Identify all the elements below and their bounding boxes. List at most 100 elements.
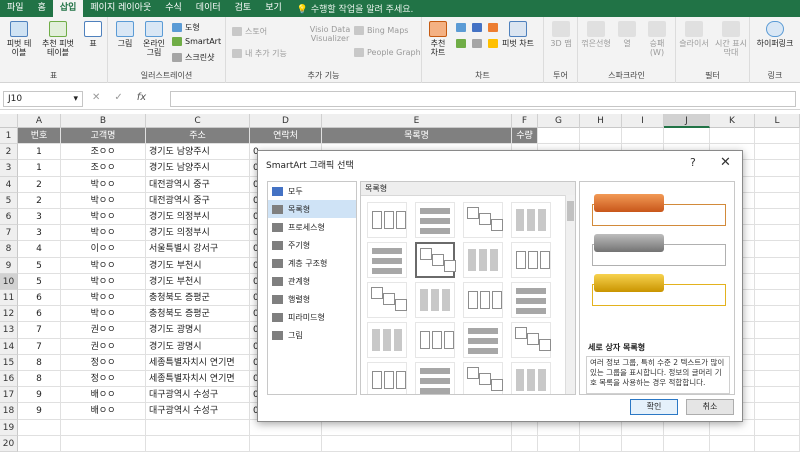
empty-cell[interactable] xyxy=(755,128,800,145)
layout-thumbnail[interactable] xyxy=(511,322,551,358)
row-header[interactable]: 16 xyxy=(0,371,18,388)
table-cell[interactable]: 8 xyxy=(18,354,61,371)
pivot-chart-button[interactable]: 피벗 차트 xyxy=(498,21,538,48)
cancel-icon[interactable]: ✕ xyxy=(92,92,100,103)
table-cell[interactable]: 4 xyxy=(18,241,61,258)
column-header-C[interactable]: C xyxy=(146,114,250,128)
table-cell[interactable]: 경기도 부천시 xyxy=(146,257,250,274)
table-cell[interactable]: 박ㅇㅇ xyxy=(61,257,146,274)
table-cell[interactable]: 대전광역시 중구 xyxy=(146,192,250,209)
store-button[interactable]: 스토어 xyxy=(232,26,267,37)
cancel-button[interactable]: 취소 xyxy=(686,399,734,415)
sparkline-winloss-button[interactable]: 승패 (W) xyxy=(642,21,672,57)
row-header[interactable]: 14 xyxy=(0,338,18,355)
category-item[interactable]: 피라미드형 xyxy=(268,308,356,326)
column-header-L[interactable]: L xyxy=(755,114,800,128)
empty-cell[interactable] xyxy=(622,419,664,436)
category-item[interactable]: 계층 구조형 xyxy=(268,254,356,272)
empty-cell[interactable] xyxy=(755,338,800,355)
empty-cell[interactable] xyxy=(146,419,250,436)
row-header[interactable]: 10 xyxy=(0,273,18,290)
layout-thumbnail[interactable] xyxy=(415,242,456,278)
table-cell[interactable]: 박ㅇㅇ xyxy=(61,225,146,242)
table-cell[interactable]: 1 xyxy=(18,160,61,177)
category-item[interactable]: 행렬형 xyxy=(268,290,356,308)
tell-me-search[interactable]: 💡 수행할 작업을 알려 주세요. xyxy=(289,2,414,15)
bar-chart-icon[interactable] xyxy=(456,39,466,48)
header-cell[interactable]: 고객명 xyxy=(61,128,146,145)
table-cell[interactable]: 경기도 부천시 xyxy=(146,273,250,290)
layout-thumbnail[interactable] xyxy=(415,322,455,358)
table-cell[interactable]: 5 xyxy=(18,273,61,290)
table-cell[interactable]: 경기도 광명시 xyxy=(146,338,250,355)
online-picture-button[interactable]: 온라인 그림 xyxy=(140,21,168,57)
tab-view[interactable]: 보기 xyxy=(258,0,289,17)
table-cell[interactable]: 6 xyxy=(18,290,61,307)
help-icon[interactable]: ? xyxy=(690,156,696,169)
table-cell[interactable]: 배ㅇㅇ xyxy=(61,387,146,404)
smartart-button[interactable]: SmartArt xyxy=(172,37,221,46)
empty-cell[interactable] xyxy=(755,144,800,161)
table-cell[interactable]: 경기도 남양주시 xyxy=(146,160,250,177)
empty-cell[interactable] xyxy=(755,273,800,290)
table-cell[interactable]: 정ㅇㅇ xyxy=(61,371,146,388)
table-cell[interactable]: 정ㅇㅇ xyxy=(61,354,146,371)
ok-button[interactable]: 확인 xyxy=(630,399,678,415)
column-header-J[interactable]: J xyxy=(664,114,710,128)
header-cell[interactable]: 주소 xyxy=(146,128,250,145)
row-header[interactable]: 9 xyxy=(0,257,18,274)
empty-cell[interactable] xyxy=(755,419,800,436)
table-cell[interactable]: 박ㅇㅇ xyxy=(61,192,146,209)
row-header[interactable]: 8 xyxy=(0,241,18,258)
header-cell[interactable]: 목록명 xyxy=(322,128,512,145)
bing-maps-button[interactable]: Bing Maps xyxy=(354,26,408,35)
tab-data[interactable]: 데이터 xyxy=(189,0,228,17)
table-cell[interactable]: 충청북도 증평군 xyxy=(146,290,250,307)
empty-cell[interactable] xyxy=(755,354,800,371)
empty-cell[interactable] xyxy=(18,419,61,436)
table-cell[interactable]: 6 xyxy=(18,306,61,323)
empty-cell[interactable] xyxy=(322,419,512,436)
empty-cell[interactable] xyxy=(755,290,800,307)
empty-cell[interactable] xyxy=(538,435,580,452)
table-cell[interactable]: 배ㅇㅇ xyxy=(61,403,146,420)
layout-thumbnail[interactable] xyxy=(415,282,455,318)
empty-cell[interactable] xyxy=(664,419,710,436)
layout-thumbnail[interactable] xyxy=(367,242,407,278)
header-cell[interactable]: 수량 xyxy=(512,128,538,145)
empty-cell[interactable] xyxy=(755,322,800,339)
empty-cell[interactable] xyxy=(664,435,710,452)
statistic-chart-icon[interactable] xyxy=(472,39,482,48)
table-cell[interactable]: 8 xyxy=(18,371,61,388)
visio-button[interactable]: Visio Data Visualizer xyxy=(308,25,352,43)
table-cell[interactable]: 5 xyxy=(18,257,61,274)
table-cell[interactable]: 조ㅇㅇ xyxy=(61,160,146,177)
row-header[interactable]: 15 xyxy=(0,354,18,371)
empty-cell[interactable] xyxy=(512,435,538,452)
empty-cell[interactable] xyxy=(538,128,580,145)
table-cell[interactable]: 대구광역시 수성구 xyxy=(146,387,250,404)
empty-cell[interactable] xyxy=(580,128,622,145)
table-cell[interactable]: 1 xyxy=(18,144,61,161)
category-item[interactable]: 모두 xyxy=(268,182,356,200)
empty-cell[interactable] xyxy=(538,419,580,436)
empty-cell[interactable] xyxy=(755,225,800,242)
column-header-H[interactable]: H xyxy=(580,114,622,128)
row-header[interactable]: 13 xyxy=(0,322,18,339)
empty-cell[interactable] xyxy=(755,209,800,226)
empty-cell[interactable] xyxy=(755,371,800,388)
empty-cell[interactable] xyxy=(755,192,800,209)
people-graph-button[interactable]: People Graph xyxy=(354,48,421,57)
empty-cell[interactable] xyxy=(755,403,800,420)
empty-cell[interactable] xyxy=(61,435,146,452)
layout-thumbnail[interactable] xyxy=(463,322,503,358)
empty-cell[interactable] xyxy=(322,435,512,452)
category-item[interactable]: 관계형 xyxy=(268,272,356,290)
table-cell[interactable]: 7 xyxy=(18,338,61,355)
picture-button[interactable]: 그림 xyxy=(112,21,138,48)
layout-thumbnail[interactable] xyxy=(367,282,407,318)
column-header-E[interactable]: E xyxy=(322,114,512,128)
recommended-pivot-button[interactable]: 추천 피벗 테이블 xyxy=(38,21,78,57)
row-header[interactable]: 6 xyxy=(0,209,18,226)
tab-formulas[interactable]: 수식 xyxy=(158,0,189,17)
